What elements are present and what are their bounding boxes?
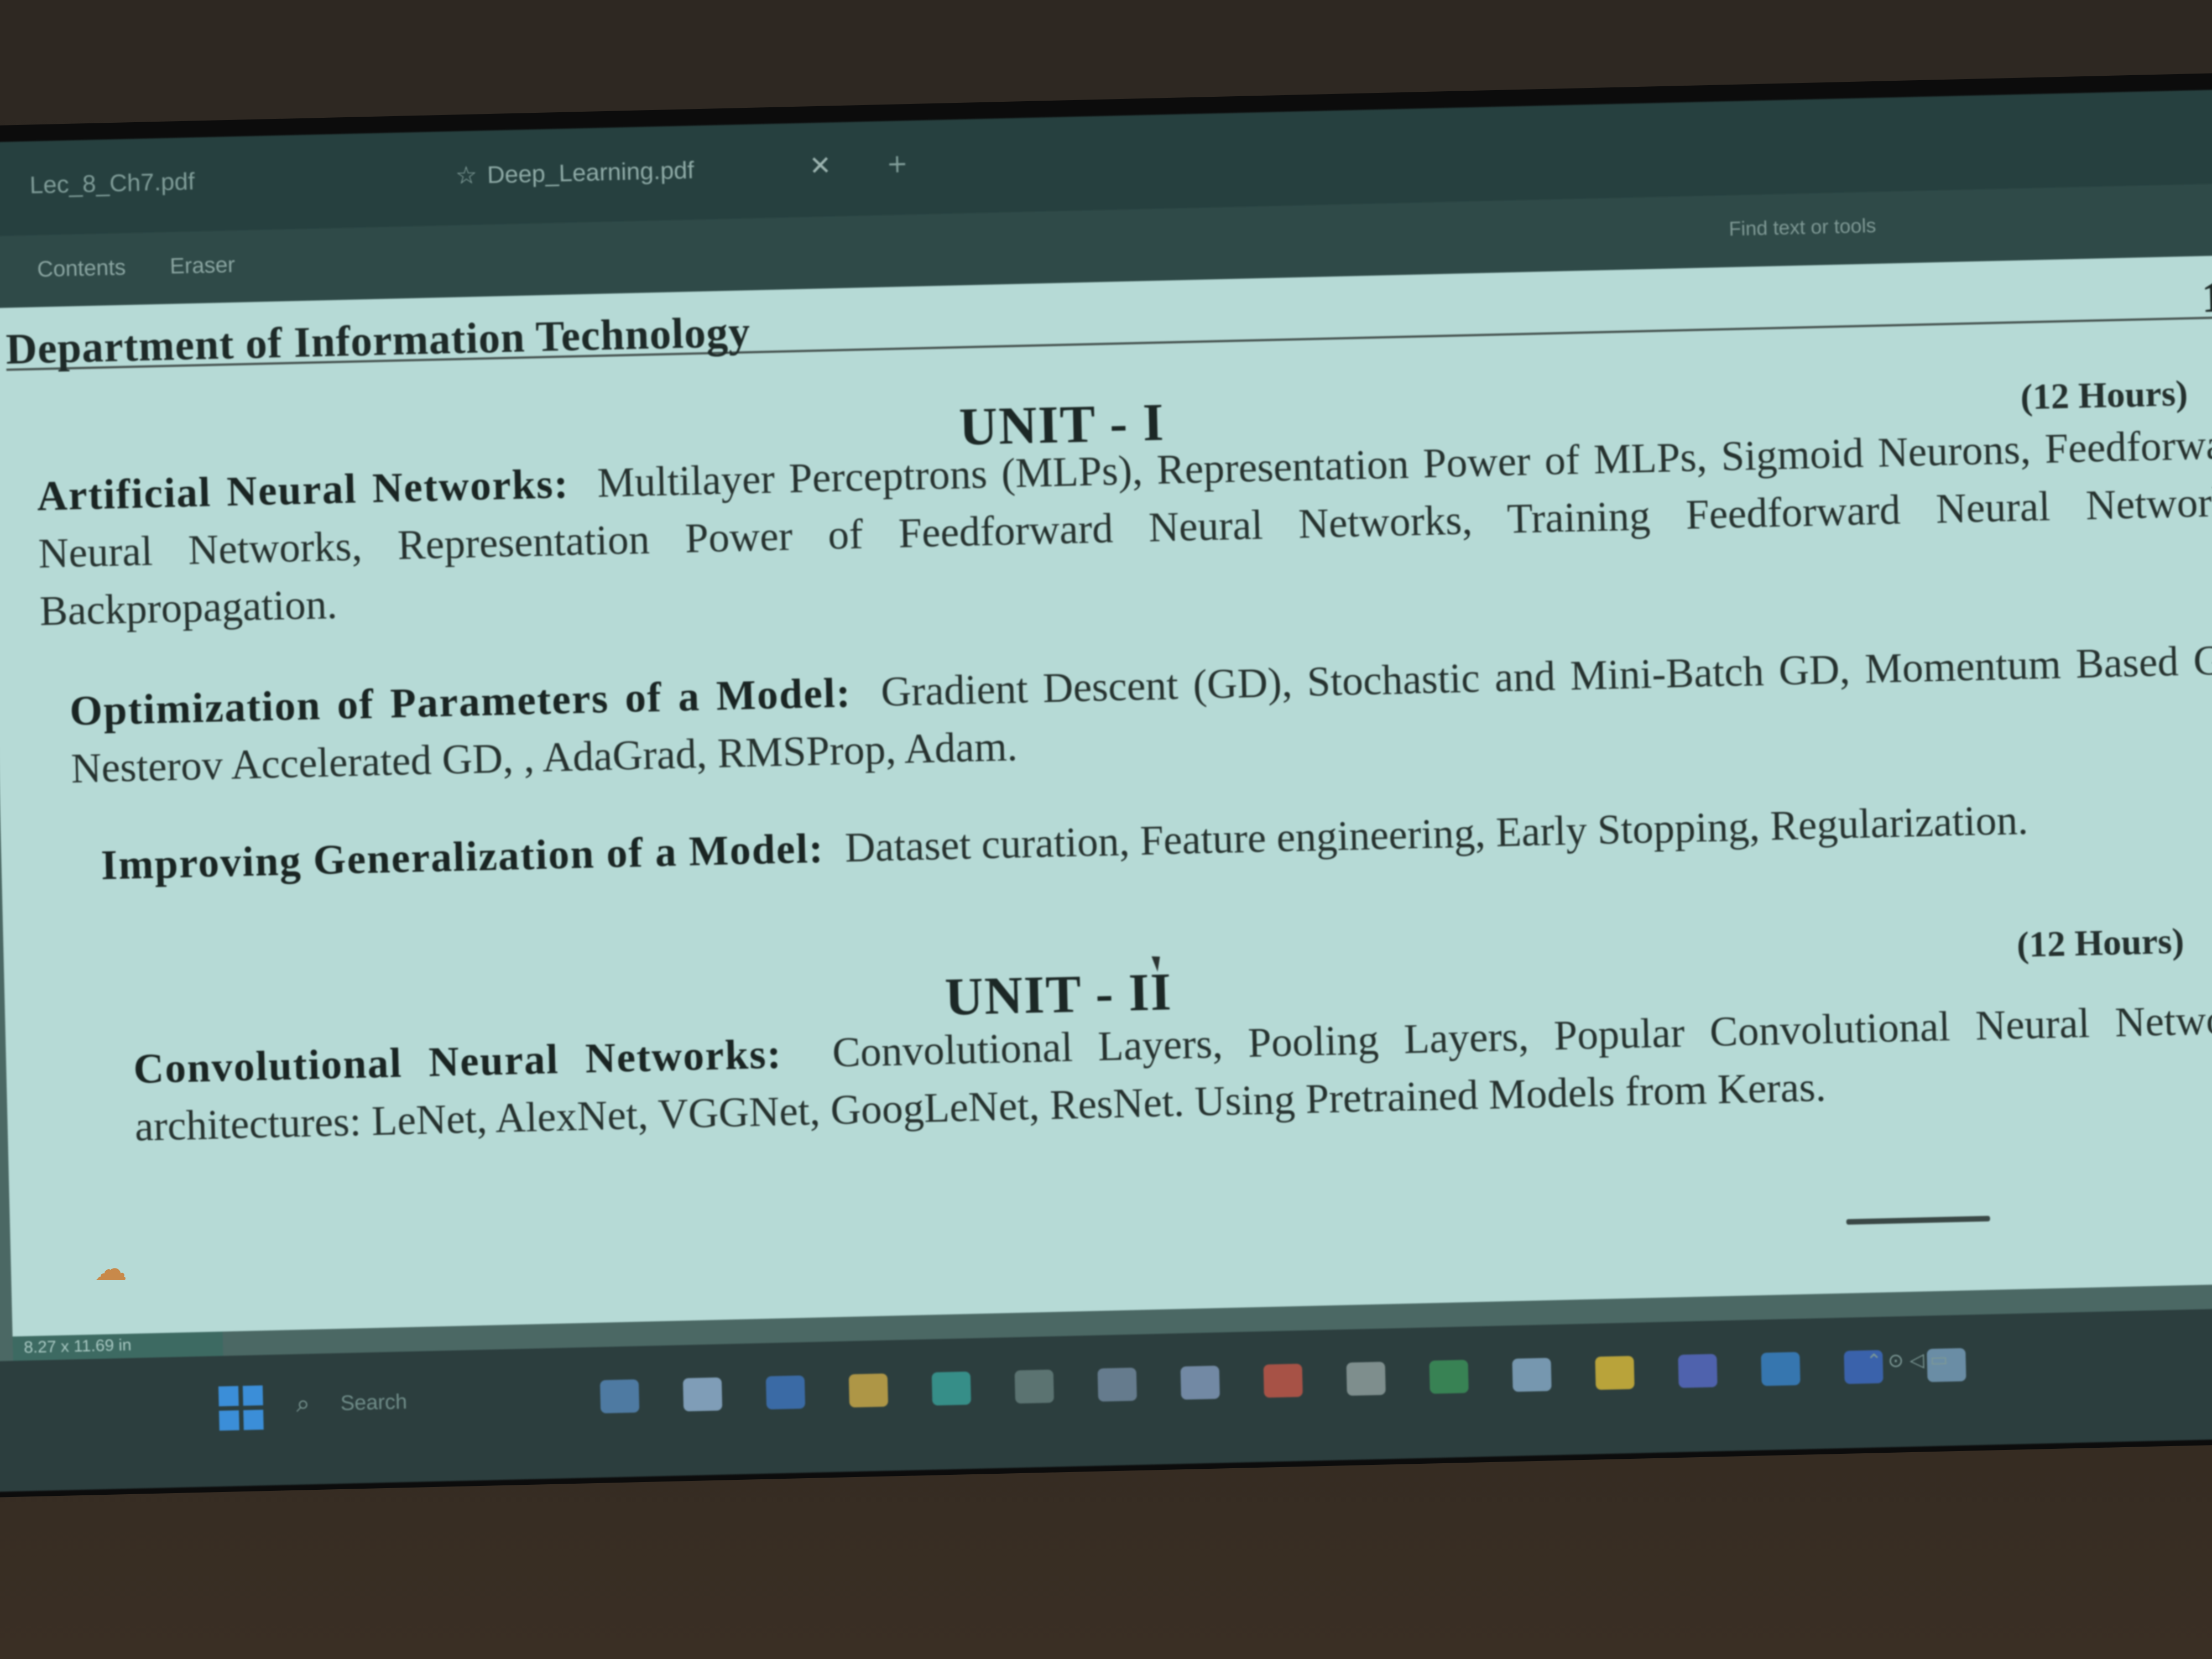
topic-heading: Convolutional Neural Networks: (133, 1030, 782, 1093)
unit-1-hours: (12 Hours) (2020, 373, 2188, 418)
edge-icon[interactable] (931, 1371, 972, 1406)
tab-label: Deep_Learning.pdf (487, 156, 695, 189)
topic-generalization: Improving Generalization of a Model: Dat… (100, 786, 2212, 894)
tab-lecture-pdf[interactable]: Lec_8_Ch7.pdf (29, 168, 195, 200)
topic-text: Multilayer Perceptrons (MLPs), Represent… (38, 420, 2212, 635)
star-icon: ☆ (455, 161, 478, 190)
contents-button[interactable]: Contents (37, 255, 126, 283)
taskbar-search[interactable]: ⌕ Search (296, 1382, 529, 1426)
topic-ann: Artificial Neural Networks: Multilayer P… (36, 415, 2212, 640)
system-tray[interactable]: ⌃ ⊙ ◁ ▭ (1866, 1348, 1948, 1372)
room-background: Lec_8_Ch7.pdf ☆ Deep_Learning.pdf ✕ + Con… (0, 0, 2212, 1659)
magnifier-icon: ⌕ (296, 1389, 310, 1418)
sticky-notes-icon[interactable] (1595, 1355, 1635, 1390)
search-placeholder: Search (340, 1390, 408, 1415)
photos-icon[interactable] (1512, 1358, 1552, 1392)
store-icon[interactable] (1180, 1365, 1220, 1400)
browser-icon[interactable] (765, 1375, 806, 1410)
terminal-icon[interactable] (1097, 1368, 1138, 1402)
page-number: 13 (2201, 272, 2212, 322)
teams-icon[interactable] (1678, 1354, 1718, 1388)
topic-heading: Artificial Neural Networks: (36, 460, 570, 520)
close-icon[interactable]: ✕ (809, 150, 832, 181)
pdf-page: Department of Information Technology 13 … (0, 253, 2212, 1337)
outlook-icon[interactable] (1761, 1352, 1801, 1386)
find-text-field[interactable]: Find text or tools (1729, 214, 1876, 241)
department-title: Department of Information Technology (5, 307, 752, 373)
calculator-icon[interactable] (1346, 1361, 1386, 1396)
weather-icon[interactable]: ☁ (94, 1250, 127, 1288)
topic-heading: Optimization of Parameters of a Model: (69, 669, 852, 735)
page-size-label: 8.27 x 11.69 in (23, 1335, 132, 1357)
tab-deep-learning-pdf[interactable]: ☆ Deep_Learning.pdf (455, 156, 695, 190)
topic-optimization: Optimization of Parameters of a Model: G… (69, 631, 2212, 797)
unit-2-hours: (12 Hours) (2016, 921, 2185, 966)
topic-text: Dataset curation, Feature engineering, E… (844, 796, 2029, 872)
projected-screen: Lec_8_Ch7.pdf ☆ Deep_Learning.pdf ✕ + Con… (0, 88, 2212, 1494)
windows-taskbar: ⌕ Search ⌃ ⊙ ◁ ▭ (0, 1307, 2212, 1494)
file-explorer-icon[interactable] (848, 1373, 889, 1408)
topic-heading: Improving Generalization of a Model: (100, 825, 825, 889)
chat-icon[interactable] (682, 1377, 723, 1412)
windows-start-icon[interactable] (218, 1385, 264, 1431)
acrobat-icon[interactable] (1263, 1363, 1303, 1398)
excel-icon[interactable] (1429, 1359, 1469, 1394)
settings-icon[interactable] (1014, 1369, 1055, 1404)
widgets-icon[interactable] (599, 1379, 640, 1413)
eraser-button[interactable]: Eraser (170, 253, 236, 279)
new-tab-icon[interactable]: + (886, 148, 909, 179)
